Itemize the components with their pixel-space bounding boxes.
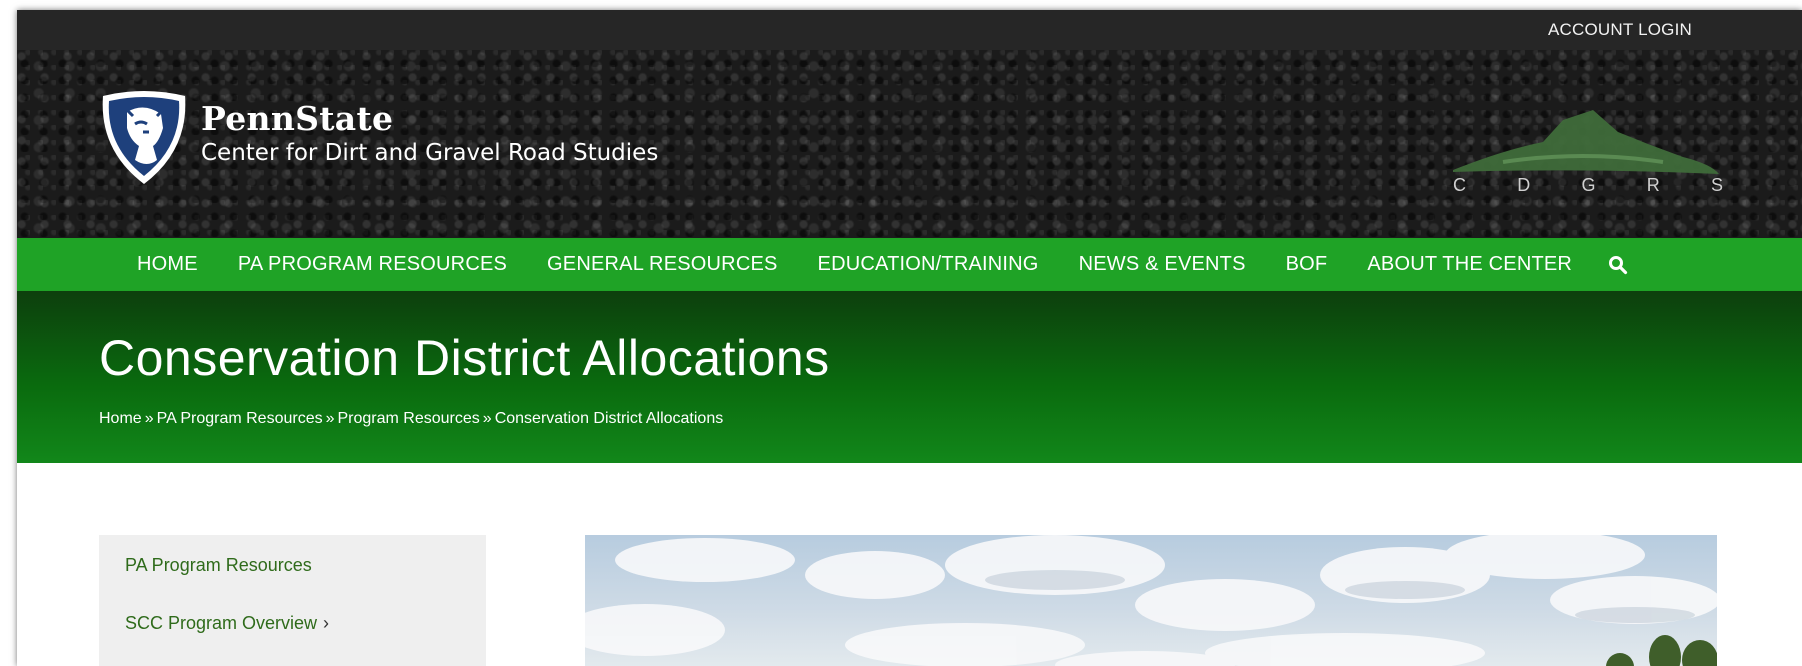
chevron-right-icon: ›	[323, 613, 330, 633]
account-bar: ACCOUNT LOGIN	[17, 10, 1802, 50]
nav-item-pa-program-resources[interactable]: PA PROGRAM RESOURCES	[238, 253, 507, 276]
nav-item-news-events[interactable]: NEWS & EVENTS	[1079, 253, 1246, 276]
breadcrumb: Home» PA Program Resources» Program Resour…	[99, 410, 723, 428]
breadcrumb-link-home[interactable]: Home	[99, 410, 142, 427]
account-login-link[interactable]: ACCOUNT LOGIN	[1548, 20, 1692, 40]
sidebar-item-pa-program-resources[interactable]: PA Program Resources	[125, 555, 312, 576]
hero-image	[585, 535, 1717, 666]
cdgrs-letter: R	[1646, 175, 1660, 195]
nittany-lion-shield-icon	[102, 91, 186, 184]
sidebar-item-label: PA Program Resources	[125, 555, 312, 575]
breadcrumb-current: Conservation District Allocations	[494, 410, 724, 427]
cdgrs-letter: G	[1581, 175, 1596, 195]
cdgrs-letter: D	[1517, 175, 1531, 195]
sidebar-item-scc-program-overview[interactable]: SCC Program Overview ›	[125, 613, 329, 634]
breadcrumb-separator: »	[482, 410, 492, 427]
site-subtitle: Center for Dirt and Gravel Road Studies	[201, 140, 659, 166]
nav-item-bof[interactable]: BOF	[1286, 253, 1328, 276]
nav-item-about-the-center[interactable]: ABOUT THE CENTER	[1367, 253, 1572, 276]
nav-item-general-resources[interactable]: GENERAL RESOURCES	[547, 253, 778, 276]
nav-search-button[interactable]	[1609, 255, 1628, 275]
breadcrumb-separator: »	[144, 410, 154, 427]
nav-item-education-training[interactable]: EDUCATION/TRAINING	[818, 253, 1039, 276]
main-navigation: HOME PA PROGRAM RESOURCES GENERAL RESOUR…	[17, 238, 1802, 291]
sidebar-item-label: SCC Program Overview	[125, 613, 318, 633]
cdgrs-letter: C	[1453, 175, 1466, 195]
breadcrumb-separator: »	[325, 410, 335, 427]
search-icon	[1609, 255, 1628, 274]
sidebar: PA Program Resources SCC Program Overvie…	[99, 535, 486, 666]
pennstate-logo-link[interactable]: PennState Center for Dirt and Gravel Roa…	[97, 88, 658, 186]
breadcrumb-link-program-resources[interactable]: Program Resources	[338, 410, 480, 427]
site-header: PennState Center for Dirt and Gravel Roa…	[17, 50, 1802, 238]
page-title: Conservation District Allocations	[99, 330, 830, 386]
page-title-band: Conservation District Allocations Home» P…	[17, 291, 1802, 463]
cdgrs-letter: S	[1710, 175, 1723, 195]
breadcrumb-link-pa-program-resources[interactable]: PA Program Resources	[157, 410, 323, 427]
sky-clouds-image	[585, 535, 1717, 666]
browser-page: ACCOUNT LOGIN PennState Center for Dirt …	[17, 10, 1802, 666]
cdgrs-letters: C D G R S	[1453, 175, 1723, 196]
brand-name: PennState	[201, 99, 394, 138]
nav-item-home[interactable]: HOME	[137, 253, 198, 276]
